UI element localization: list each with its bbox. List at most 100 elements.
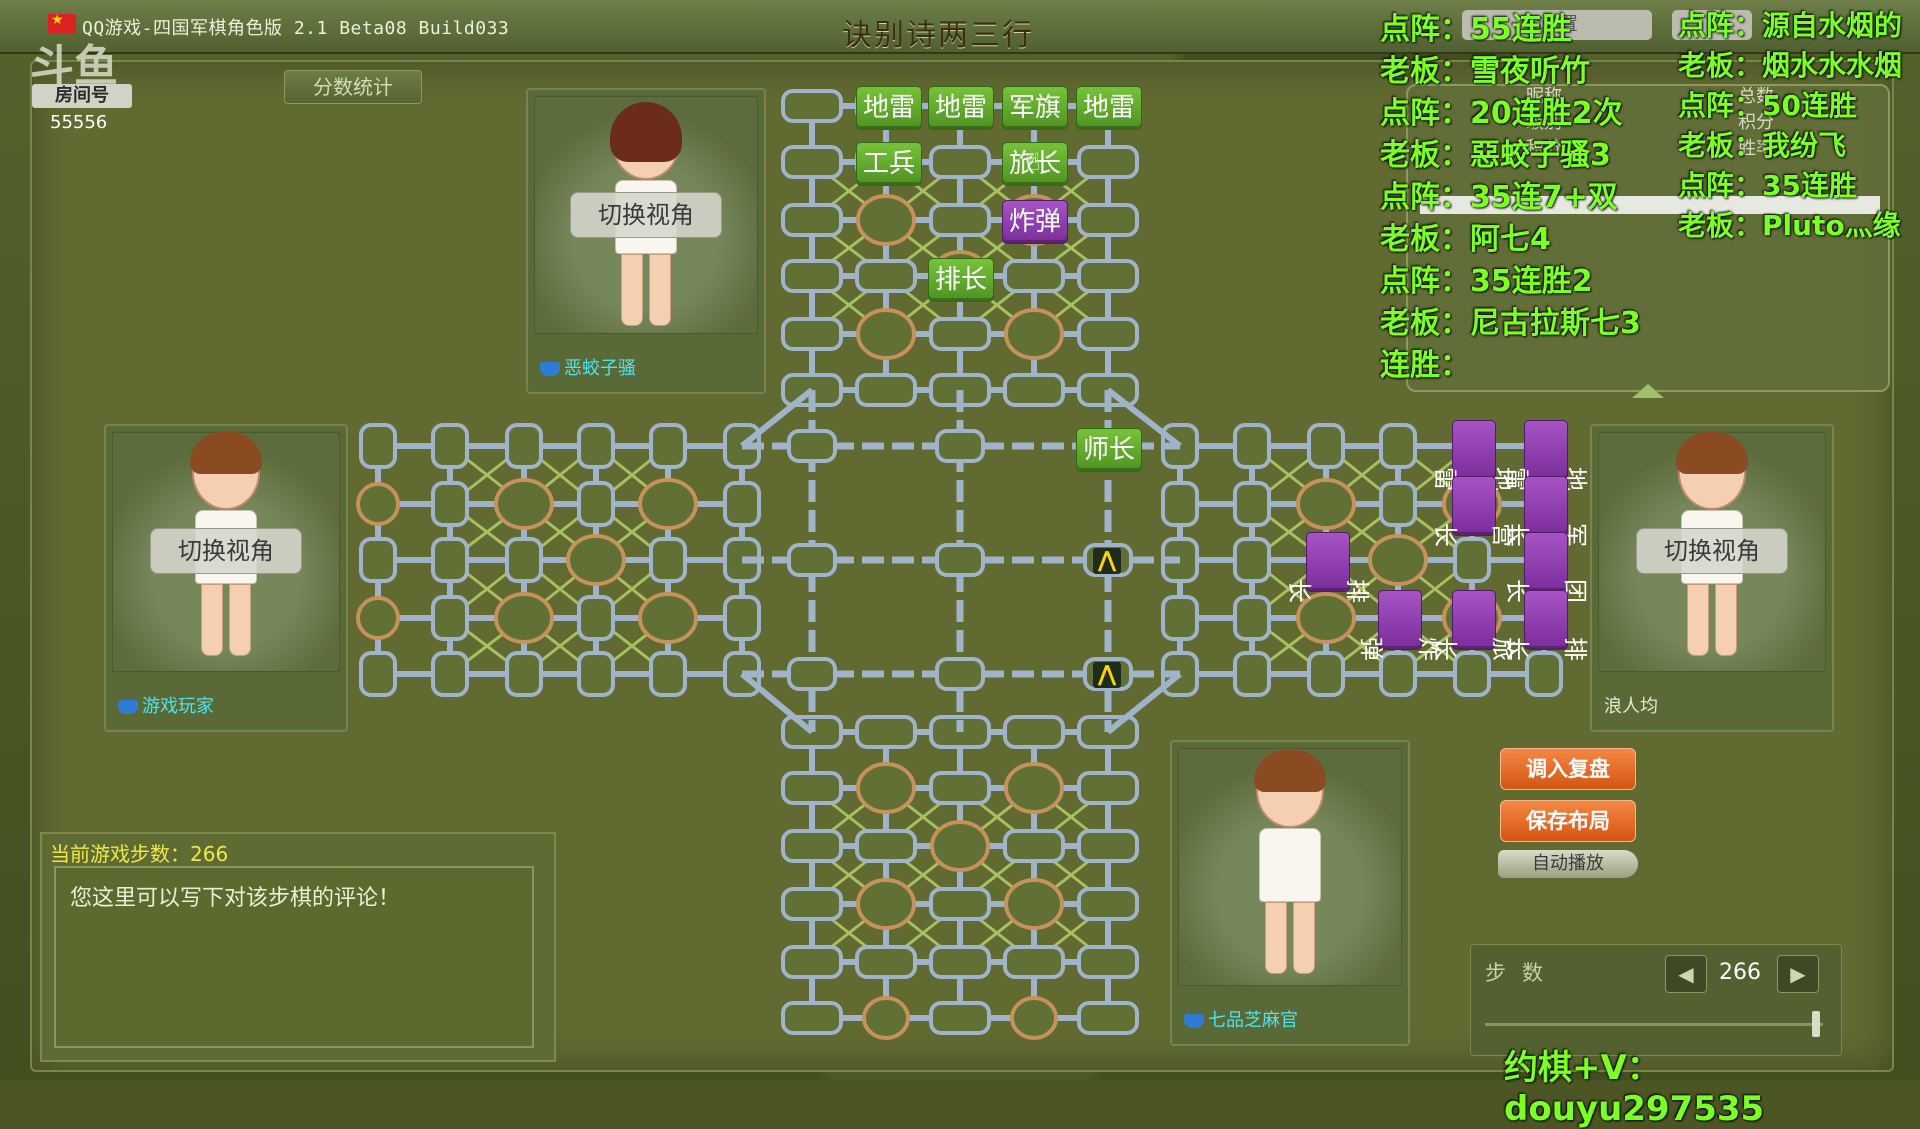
board-camp[interactable] [638, 478, 698, 530]
board-post[interactable] [781, 203, 843, 237]
piece-right-regiment[interactable]: 团长 [1503, 532, 1589, 603]
board-post[interactable] [781, 89, 843, 123]
board-post[interactable] [1379, 423, 1417, 469]
board-camp[interactable] [566, 534, 626, 586]
board-post[interactable] [505, 423, 543, 469]
board-post[interactable] [787, 657, 837, 691]
board-post[interactable] [1003, 829, 1065, 863]
board-post[interactable] [855, 259, 917, 293]
board-post[interactable] [929, 945, 991, 979]
board-post[interactable] [1379, 481, 1417, 527]
board-camp[interactable] [356, 482, 400, 526]
board-camp[interactable] [1010, 996, 1058, 1040]
board-post[interactable] [929, 771, 991, 805]
board-camp[interactable] [930, 820, 990, 872]
board-post[interactable] [929, 317, 991, 351]
comment-input[interactable]: 您这里可以写下对该步棋的评论！ [54, 866, 534, 1048]
board-post[interactable] [1003, 259, 1065, 293]
board-post[interactable] [1307, 423, 1345, 469]
board-post[interactable] [935, 429, 985, 463]
piece-top-mine-1[interactable]: 地雷 [856, 86, 922, 130]
board-post[interactable] [1077, 945, 1139, 979]
board-post[interactable] [431, 651, 469, 697]
board-post[interactable] [1077, 771, 1139, 805]
board-post[interactable] [781, 771, 843, 805]
board-post[interactable] [1003, 715, 1065, 749]
board-post[interactable] [505, 537, 543, 583]
board-post[interactable] [781, 317, 843, 351]
board-post[interactable] [855, 715, 917, 749]
next-step-button[interactable]: ▶ [1777, 955, 1819, 993]
board-camp[interactable] [1296, 478, 1356, 530]
board-post[interactable] [929, 203, 991, 237]
board-camp[interactable] [856, 308, 916, 360]
piece-top-bomb[interactable]: 炸弹 [1002, 200, 1068, 244]
board-camp[interactable] [862, 996, 910, 1040]
board-post[interactable] [1077, 317, 1139, 351]
board-post[interactable] [1003, 373, 1065, 407]
board-post[interactable] [431, 595, 469, 641]
board-camp[interactable] [1004, 308, 1064, 360]
piece-top-mine-3[interactable]: 地雷 [1076, 86, 1142, 130]
board-post[interactable] [929, 1001, 991, 1035]
board-camp[interactable] [856, 762, 916, 814]
load-replay-button[interactable]: 调入复盘 [1500, 748, 1636, 790]
board-post[interactable] [787, 429, 837, 463]
piece-top-engineer[interactable]: 工兵 [856, 142, 922, 186]
board-post[interactable] [1077, 145, 1139, 179]
board-post[interactable] [1077, 1001, 1139, 1035]
board-post[interactable] [935, 543, 985, 577]
board-camp[interactable] [1004, 878, 1064, 930]
board-post[interactable] [1233, 481, 1271, 527]
board-post[interactable] [505, 651, 543, 697]
board-camp[interactable] [1004, 762, 1064, 814]
board-post[interactable] [431, 537, 469, 583]
piece-right-platoon-2[interactable]: 排长 [1503, 590, 1589, 661]
piece-top-platoon[interactable]: 排长 [928, 258, 994, 302]
piece-right-platoon-1[interactable]: 排长 [1285, 532, 1371, 603]
prev-step-button[interactable]: ◀ [1665, 955, 1707, 993]
board-post[interactable] [431, 481, 469, 527]
board-post[interactable] [1077, 887, 1139, 921]
board-post[interactable] [1233, 651, 1271, 697]
step-slider-track[interactable] [1485, 1023, 1823, 1026]
collapse-up-icon[interactable] [1632, 384, 1664, 398]
board-post[interactable] [935, 657, 985, 691]
board-post[interactable] [577, 481, 615, 527]
board-post[interactable] [1307, 651, 1345, 697]
board-post[interactable] [431, 423, 469, 469]
board-post[interactable] [855, 373, 917, 407]
board-camp[interactable] [356, 596, 400, 640]
board-post[interactable] [1233, 537, 1271, 583]
step-slider-thumb[interactable] [1812, 1011, 1821, 1037]
piece-right-general[interactable]: 军长 [1503, 476, 1589, 547]
board-post[interactable] [1233, 423, 1271, 469]
board-post[interactable] [577, 651, 615, 697]
board-post[interactable] [781, 259, 843, 293]
board-post[interactable] [649, 537, 687, 583]
piece-top-mine-2[interactable]: 地雷 [928, 86, 994, 130]
board-post[interactable] [787, 543, 837, 577]
board-post[interactable] [1077, 829, 1139, 863]
board-post[interactable] [359, 651, 397, 697]
piece-right-mine-2[interactable]: 地雷 [1503, 420, 1589, 491]
board-camp[interactable] [638, 592, 698, 644]
board-post[interactable] [929, 145, 991, 179]
board-camp[interactable] [494, 592, 554, 644]
board-post[interactable] [1077, 203, 1139, 237]
board-post[interactable] [781, 945, 843, 979]
board-post[interactable] [855, 829, 917, 863]
board-post[interactable] [781, 887, 843, 921]
board-post[interactable] [781, 145, 843, 179]
board-post[interactable] [855, 945, 917, 979]
board-post[interactable] [1161, 595, 1199, 641]
piece-center-division[interactable]: 师长 [1076, 428, 1142, 472]
board-camp[interactable] [494, 478, 554, 530]
board-post[interactable] [359, 537, 397, 583]
board-post[interactable] [723, 481, 761, 527]
board-post[interactable] [1077, 259, 1139, 293]
piece-top-flag[interactable]: 军旗 [1002, 86, 1068, 130]
board-post[interactable] [723, 595, 761, 641]
save-layout-button[interactable]: 保存布局 [1500, 800, 1636, 842]
board-post[interactable] [1161, 481, 1199, 527]
